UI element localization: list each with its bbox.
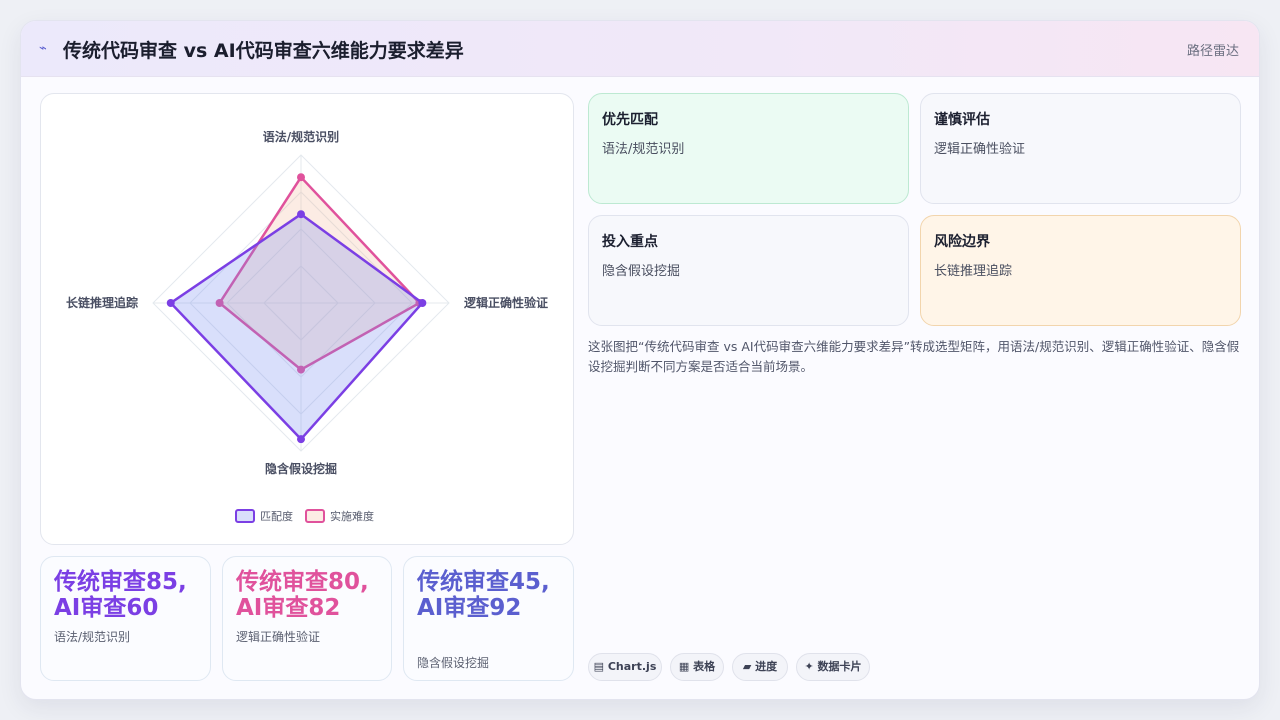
- card-title: 谨慎评估: [934, 112, 990, 128]
- card-value: 逻辑正确性验证: [934, 142, 1026, 157]
- chip-label: 进度: [755, 660, 778, 673]
- chip-data-card[interactable]: ✦ 数据卡片: [796, 653, 870, 681]
- stat-value: 传统审查85, AI审查60: [54, 569, 187, 621]
- radar-axis-label: 隐含假设挖掘: [265, 461, 337, 476]
- stat-label: 语法/规范识别: [54, 630, 131, 644]
- legend-swatch: [305, 509, 325, 523]
- progress-icon: ▰: [742, 660, 756, 673]
- radar-chart-card: 语法/规范识别逻辑正确性验证隐含假设挖掘 长链推理追踪匹配度 实施难度: [40, 93, 574, 545]
- chip-label: 数据卡片: [817, 660, 862, 673]
- description-text: 这张图把“传统代码审查 vs AI代码审查六维能力要求差异”转成选型矩阵，用语法…: [588, 339, 1240, 374]
- card-title: 风险边界: [934, 234, 990, 250]
- stat-card-2: 传统审查80, AI审查82 逻辑正确性验证: [222, 556, 392, 681]
- stat-label: 隐含假设挖掘: [417, 656, 490, 670]
- radar-axis-label: 语法/规范识别: [263, 129, 339, 144]
- radar-axis-label: 逻辑正确性验证: [464, 295, 548, 310]
- sparkle-icon: ✦: [804, 660, 818, 673]
- radar-chart: 语法/规范识别逻辑正确性验证隐含假设挖掘 长链推理追踪匹配度 实施难度: [66, 129, 548, 523]
- card-investment-focus: 投入重点 隐含假设挖掘: [588, 215, 909, 326]
- card-value: 隐含假设挖掘: [602, 264, 681, 279]
- card-value: 语法/规范识别: [602, 142, 685, 157]
- header-bar: ⌁ 传统代码审查 vs AI代码审查六维能力要求差异 路径雷达: [21, 21, 1259, 77]
- card-priority-match: 优先匹配 语法/规范识别: [588, 93, 909, 204]
- chart-icon: ⌁: [39, 41, 47, 56]
- card-title: 优先匹配: [602, 112, 658, 128]
- header-tag[interactable]: 路径雷达: [1187, 40, 1239, 59]
- radar-data-point: [297, 210, 305, 219]
- main-window: ⌁ 传统代码审查 vs AI代码审查六维能力要求差异 路径雷达 语法/规范识别逻…: [20, 20, 1260, 700]
- table-icon: ▦: [678, 660, 694, 673]
- card-value: 长链推理追踪: [934, 264, 1013, 279]
- stat-value: 传统审查45, AI审查92: [417, 569, 550, 621]
- legend-label: 匹配度: [260, 509, 293, 523]
- radar-data-point: [418, 299, 427, 307]
- chip-progress[interactable]: ▰ 进度: [732, 653, 788, 681]
- legend-label: 实施难度: [330, 509, 374, 523]
- stat-card-1: 传统审查85, AI审查60 语法/规范识别: [40, 556, 211, 681]
- card-risk-boundary: 风险边界 长链推理追踪: [920, 215, 1241, 326]
- stat-card-3: 传统审查45, AI审查92 隐含假设挖掘: [403, 556, 574, 681]
- chip-label: Chart.js: [607, 660, 657, 673]
- chip-label: 表格: [693, 660, 716, 673]
- card-careful-evaluate: 谨慎评估 逻辑正确性验证: [920, 93, 1241, 204]
- radar-data-point: [297, 173, 305, 182]
- page-title: 传统代码审查 vs AI代码审查六维能力要求差异: [63, 40, 464, 62]
- radar-axis-label: 长链推理追踪: [66, 295, 138, 310]
- chip-chartjs[interactable]: ▤ Chart.js: [588, 653, 662, 681]
- stat-label: 逻辑正确性验证: [236, 630, 321, 644]
- chart-icon: ▤: [593, 660, 608, 673]
- card-title: 投入重点: [602, 234, 658, 250]
- chip-table[interactable]: ▦ 表格: [670, 653, 724, 681]
- stat-value: 传统审查80, AI审查82: [236, 569, 369, 621]
- radar-data-point: [297, 435, 305, 444]
- legend-swatch: [235, 509, 255, 523]
- radar-data-point: [166, 299, 175, 307]
